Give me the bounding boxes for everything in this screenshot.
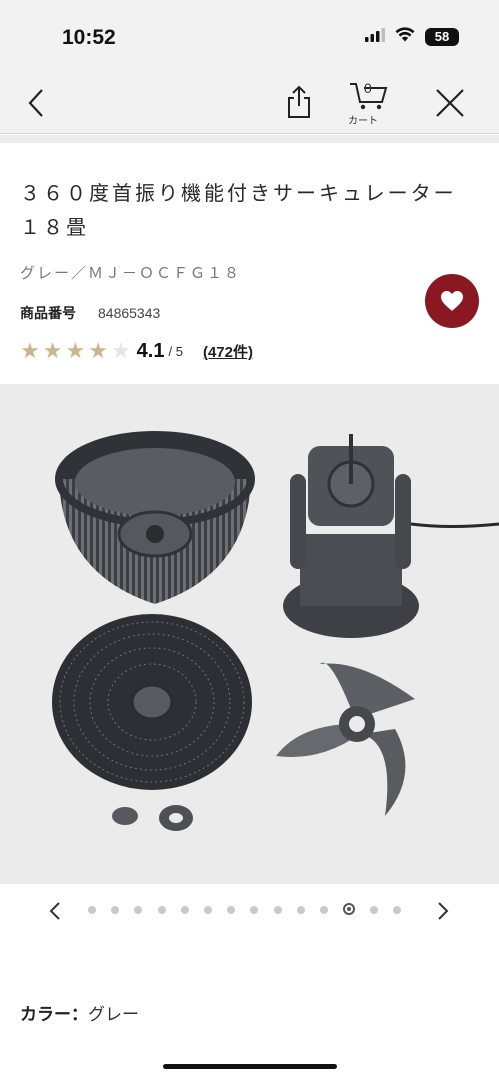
rating-value: 4.1 <box>136 340 165 362</box>
chevron-left-icon <box>49 902 60 920</box>
carousel-dot[interactable] <box>273 906 282 914</box>
rear-guard <box>55 431 255 604</box>
product-title: ３６０度首振り機能付きサーキュレーター １８畳 <box>20 181 480 239</box>
carousel-dot[interactable] <box>393 906 402 914</box>
carousel-dot[interactable] <box>343 903 356 915</box>
sku-value: 84865343 <box>98 305 161 321</box>
carousel-dot[interactable] <box>296 906 305 914</box>
carousel-dot[interactable] <box>370 906 379 914</box>
fan-blade <box>276 662 415 816</box>
carousel-dot[interactable] <box>227 906 236 914</box>
status-bar: 10:52 58 <box>0 0 499 72</box>
carousel-dot[interactable] <box>134 906 143 914</box>
sku-label: 商品番号 <box>20 306 76 322</box>
close-icon <box>436 89 464 117</box>
carousel-dot[interactable] <box>203 906 212 914</box>
heart-icon <box>441 291 463 311</box>
carousel-dot[interactable] <box>88 906 96 914</box>
star-icon: ★ <box>88 338 108 364</box>
front-guard <box>52 614 252 790</box>
product-photo <box>52 431 499 831</box>
chevron-right-icon <box>438 902 449 920</box>
home-indicator <box>163 1064 337 1069</box>
star-icon: ★ <box>65 338 86 364</box>
rating-max: / 5 <box>168 344 183 359</box>
color-selection: カラー： グレー <box>20 1000 139 1025</box>
chevron-left-icon <box>28 89 43 117</box>
carousel-dots <box>88 903 417 915</box>
star-icon: ★ <box>42 338 63 364</box>
star-icon: ★ <box>20 338 40 364</box>
carousel-dot[interactable] <box>180 906 189 914</box>
cart-button[interactable]: 0 カート <box>344 76 394 130</box>
review-count-link[interactable]: (472件) <box>203 341 253 362</box>
carousel-dot[interactable] <box>250 906 259 914</box>
favorite-button[interactable] <box>425 274 479 328</box>
carousel-dot[interactable] <box>111 906 120 914</box>
motor-stand <box>283 434 499 638</box>
back-button[interactable] <box>18 86 54 120</box>
status-icons: 58 <box>365 27 459 46</box>
product-variant: グレー／ＭＪ－ＯＣＦＧ１８ <box>20 264 242 282</box>
battery-icon: 58 <box>425 27 459 46</box>
color-label: カラー： <box>20 1005 88 1025</box>
image-carousel-controls <box>0 896 499 926</box>
rating-stars: ★ ★ ★ ★ ★ <box>20 338 131 364</box>
rating-row: ★ ★ ★ ★ ★ 4.1 / 5 (472件) <box>20 340 253 363</box>
cart-count: 0 <box>364 80 372 96</box>
wifi-icon <box>395 27 415 46</box>
signal-icon <box>365 27 385 46</box>
close-button[interactable] <box>432 86 468 120</box>
divider <box>0 135 499 143</box>
share-button[interactable] <box>282 84 316 120</box>
carousel-dot[interactable] <box>319 906 328 914</box>
color-value: グレー <box>88 1005 139 1025</box>
carousel-dot[interactable] <box>157 906 166 914</box>
sku-row: 商品番号 84865343 <box>20 303 160 323</box>
nav-bar: 0 カート <box>0 72 499 134</box>
product-image[interactable] <box>0 384 499 884</box>
cart-label: カート <box>348 116 378 127</box>
status-time: 10:52 <box>62 26 116 49</box>
carousel-next-button[interactable] <box>430 898 456 924</box>
star-icon: ★ <box>110 338 131 364</box>
share-icon <box>288 85 310 118</box>
carousel-prev-button[interactable] <box>42 898 68 924</box>
